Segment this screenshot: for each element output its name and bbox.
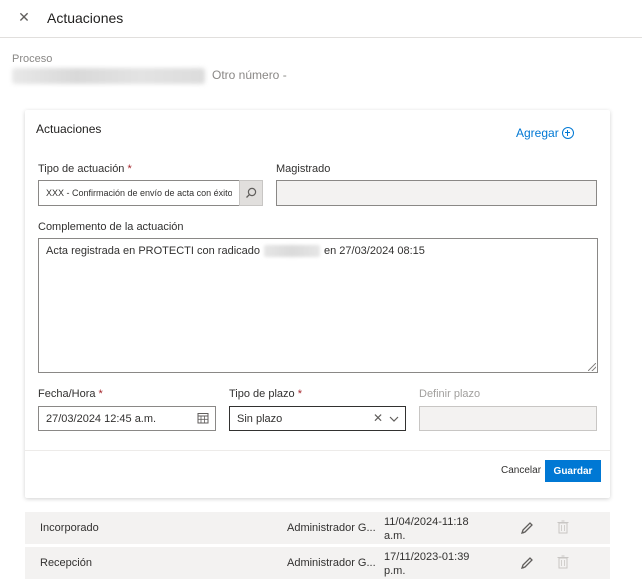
tipo-actuacion-input[interactable]: XXX - Confirmación de envío de acta con … (38, 180, 240, 206)
delete-icon (557, 520, 569, 534)
definir-plazo-input (419, 406, 597, 431)
row-status: Incorporado (40, 522, 99, 534)
required-marker: * (127, 163, 132, 175)
row-status: Recepción (40, 557, 92, 569)
required-marker: * (98, 388, 103, 400)
close-icon[interactable]: ✕ (16, 9, 32, 25)
chevron-down-icon[interactable] (388, 413, 400, 425)
magistrado-input[interactable] (276, 180, 597, 206)
otro-numero-text: Otro número - (212, 68, 287, 82)
complemento-text-before: Acta registrada en PROTECTI con radicado (46, 245, 260, 257)
add-button[interactable]: Agregar (516, 126, 574, 140)
fecha-value: 27/03/2024 12:45 a.m. (46, 412, 157, 425)
radicado-redacted (263, 245, 320, 258)
panel-title: Actuaciones (47, 10, 124, 26)
plus-circle-icon (561, 127, 574, 139)
plazo-select[interactable]: Sin plazo ✕ (229, 406, 406, 431)
form-title: Actuaciones (36, 122, 102, 136)
definir-plazo-label: Definir plazo (419, 388, 481, 400)
fecha-input[interactable]: 27/03/2024 12:45 a.m. (38, 406, 216, 431)
row-date: 17/11/2023-01:39 p.m. (384, 551, 470, 577)
plazo-value: Sin plazo (237, 412, 283, 425)
row-date: 11/04/2024-11:18 a.m. (384, 516, 469, 542)
actuaciones-form-card: Actuaciones Agregar Tipo de actuación * … (25, 110, 610, 498)
form-divider (25, 450, 610, 451)
row-user: Administrador G... (287, 522, 376, 534)
proceso-number-redacted (12, 68, 205, 84)
list-item[interactable]: Incorporado Administrador G... 11/04/202… (25, 512, 610, 544)
complemento-label: Complemento de la actuación (38, 221, 184, 233)
tipo-actuacion-value: XXX - Confirmación de envío de acta con … (46, 188, 232, 198)
required-marker: * (297, 388, 302, 400)
list-item[interactable]: Recepción Administrador G... 17/11/2023-… (25, 547, 610, 579)
proceso-label: Proceso (12, 53, 53, 65)
search-icon (246, 187, 257, 198)
calendar-icon[interactable] (197, 412, 209, 424)
cancel-button[interactable]: Cancelar (501, 465, 541, 476)
delete-icon (557, 555, 569, 569)
resize-grip-icon[interactable] (588, 363, 596, 371)
complemento-textarea[interactable]: Acta registrada en PROTECTI con radicado… (38, 238, 598, 373)
edit-icon[interactable] (519, 555, 535, 571)
save-button[interactable]: Guardar (545, 460, 601, 482)
clear-icon[interactable]: ✕ (373, 411, 383, 425)
complemento-text-after: en 27/03/2024 08:15 (323, 245, 425, 257)
add-label: Agregar (516, 126, 559, 140)
fecha-label: Fecha/Hora * (38, 388, 103, 400)
row-user: Administrador G... (287, 557, 376, 569)
tipo-actuacion-label: Tipo de actuación * (38, 163, 132, 175)
panel-header: ✕ Actuaciones (0, 0, 642, 38)
tipo-search-button[interactable] (239, 180, 263, 206)
row-divider (25, 544, 610, 545)
edit-icon[interactable] (519, 520, 535, 536)
magistrado-label: Magistrado (276, 163, 331, 175)
plazo-label: Tipo de plazo * (229, 388, 302, 400)
